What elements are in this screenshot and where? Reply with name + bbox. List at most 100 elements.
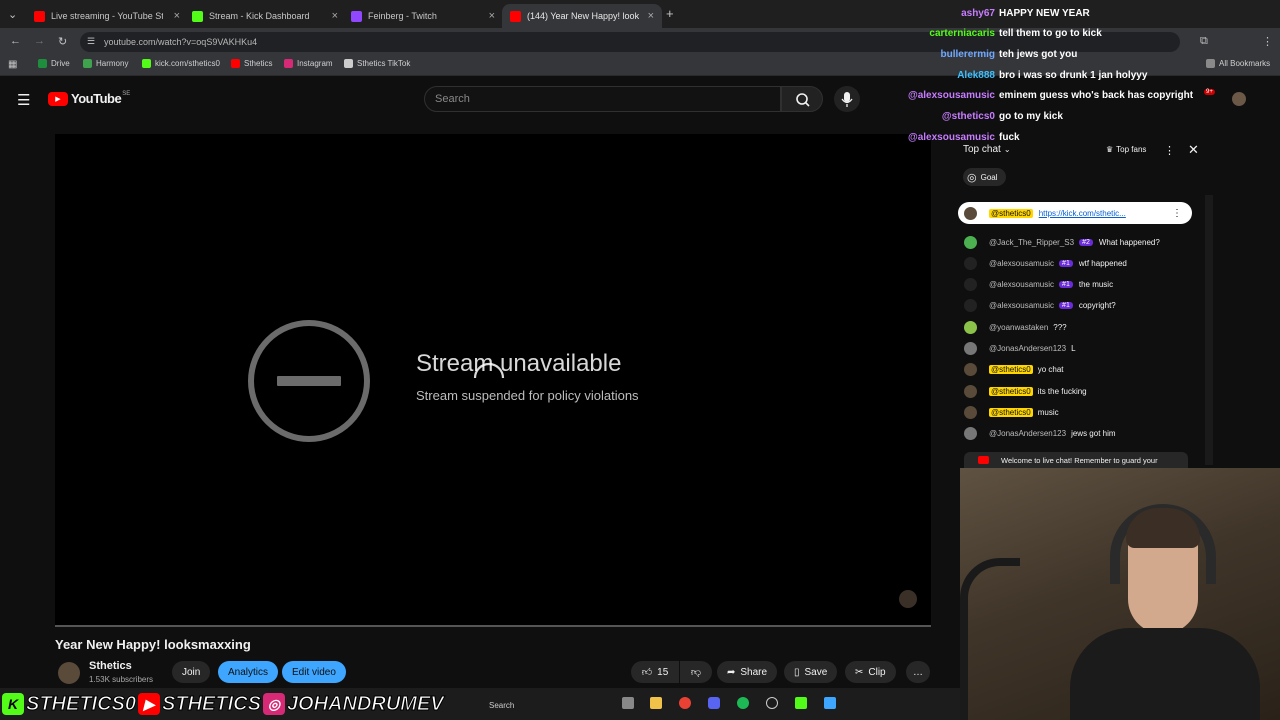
top-fans-button[interactable]: ♛ Top fans <box>1106 145 1146 154</box>
hamburger-menu-icon[interactable]: ☰ <box>17 91 30 109</box>
join-button[interactable]: Join <box>172 661 211 683</box>
browser-tab-youtube-studio[interactable]: Live streaming - YouTube Studio × <box>26 4 188 28</box>
chat-message-text: jews got him <box>1071 429 1116 439</box>
video-progress-bar[interactable] <box>55 625 931 627</box>
site-info-icon[interactable]: ☰ <box>87 36 95 47</box>
app-icon[interactable] <box>824 697 836 709</box>
chat-username[interactable]: @yoanwastaken <box>989 323 1048 332</box>
more-actions-button[interactable]: … <box>906 661 930 683</box>
browser-tab-active-video[interactable]: (144) Year New Happy! looksmaxxing × <box>502 4 662 28</box>
share-arrow-icon: ➦ <box>727 666 736 678</box>
overlay-chat-message: ashy67 HAPPY NEW YEAR <box>795 5 1090 21</box>
tab-close-icon[interactable]: × <box>648 10 654 22</box>
chat-message[interactable]: @sthetics0 music <box>964 404 1059 420</box>
channel-watermark[interactable] <box>899 590 917 608</box>
close-chat-icon[interactable]: ✕ <box>1188 142 1199 158</box>
goal-chip[interactable]: ◎ Goal <box>963 168 1006 186</box>
bookmark-drive[interactable]: Drive <box>38 59 70 68</box>
notifications-bell-icon[interactable]: 9+ <box>1200 89 1215 104</box>
tab-close-icon[interactable]: × <box>489 10 495 22</box>
crown-icon: ♛ <box>1106 145 1114 154</box>
tab-close-icon[interactable]: × <box>332 10 338 22</box>
tab-search-icon[interactable]: ⌄ <box>8 8 17 21</box>
chat-message[interactable]: @sthetics0 its the fucking <box>964 383 1087 399</box>
apps-grid-icon[interactable]: ▦ <box>8 59 17 70</box>
chat-avatar[interactable] <box>964 405 977 419</box>
task-view-icon[interactable] <box>622 697 634 709</box>
top-chat-dropdown[interactable]: Top chat ⌄ <box>963 144 1011 155</box>
dislike-button[interactable]: 👎︎ <box>680 661 712 683</box>
chat-username[interactable]: @Jack_The_Ripper_S3 <box>989 238 1074 247</box>
search-input[interactable]: Search <box>424 86 781 112</box>
bookmark-kick[interactable]: kick.com/sthetics0 <box>142 59 220 68</box>
chat-message-text: copyright? <box>1078 301 1116 311</box>
browser-menu-icon[interactable]: ⋮ <box>1262 35 1273 48</box>
bookmark-instagram[interactable]: Instagram <box>284 59 333 68</box>
all-bookmarks[interactable]: All Bookmarks <box>1206 59 1270 68</box>
chat-message[interactable]: @Jack_The_Ripper_S3 #2 What happened? <box>964 234 1160 250</box>
tab-close-icon[interactable]: × <box>174 10 180 22</box>
search-placeholder: Search <box>435 93 470 105</box>
chat-menu-icon[interactable]: ⋮ <box>1164 144 1175 157</box>
chat-username[interactable]: @sthetics0 <box>989 365 1033 375</box>
chat-avatar[interactable] <box>964 299 977 313</box>
account-avatar[interactable] <box>1232 92 1246 106</box>
chat-username[interactable]: @sthetics0 <box>989 407 1033 417</box>
chrome-icon[interactable] <box>679 697 691 709</box>
pinned-message[interactable]: @sthetics0 https://kick.com/sthetic... ⋮ <box>958 202 1192 224</box>
chat-avatar[interactable] <box>964 384 977 398</box>
kick-app-icon[interactable] <box>795 697 807 709</box>
browser-tab-kick-dashboard[interactable]: Stream - Kick Dashboard × <box>184 4 346 28</box>
back-arrow-icon[interactable]: ← <box>10 35 21 47</box>
analytics-button[interactable]: Analytics <box>218 661 279 683</box>
like-button[interactable]: 👍︎ 15 <box>631 661 679 683</box>
edit-video-button[interactable]: Edit video <box>282 661 346 683</box>
chat-message[interactable]: @sthetics0 yo chat <box>964 362 1064 378</box>
chat-avatar[interactable] <box>964 235 977 249</box>
extensions-icon[interactable]: ⧉ <box>1200 35 1208 48</box>
chat-username[interactable]: @alexsousamusic <box>989 301 1054 310</box>
chat-username[interactable]: @sthetics0 <box>989 386 1033 396</box>
kick-logo-icon: K <box>2 693 24 715</box>
save-button[interactable]: ▯ Save <box>784 661 838 683</box>
pinned-link[interactable]: https://kick.com/sthetic... <box>1039 209 1126 218</box>
youtube-logo[interactable]: ▶ YouTube SE <box>48 91 130 106</box>
chat-avatar[interactable] <box>964 256 977 270</box>
chat-message[interactable]: @alexsousamusic #1 wtf happened <box>964 255 1127 271</box>
taskbar-search[interactable]: Search <box>484 697 610 713</box>
bookmark-tiktok[interactable]: Sthetics TikTok <box>344 59 410 68</box>
spotify-icon[interactable] <box>737 697 749 709</box>
share-button[interactable]: ➦ Share <box>717 661 778 683</box>
channel-name[interactable]: Sthetics <box>89 660 132 672</box>
browser-tab-twitch[interactable]: Feinberg - Twitch × <box>343 4 503 28</box>
obs-icon[interactable] <box>766 697 778 709</box>
chat-avatar[interactable] <box>964 320 977 334</box>
chat-username[interactable]: @JonasAndersen123 <box>989 344 1066 353</box>
chat-avatar[interactable] <box>964 278 977 292</box>
reload-icon[interactable]: ↻ <box>58 35 67 48</box>
chat-username[interactable]: @alexsousamusic <box>989 280 1054 289</box>
chat-avatar[interactable] <box>964 427 977 441</box>
discord-icon[interactable] <box>708 697 720 709</box>
folder-icon <box>1206 59 1215 68</box>
chat-message[interactable]: @alexsousamusic #1 the music <box>964 277 1113 293</box>
bookmark-sthetics[interactable]: Sthetics <box>231 59 272 68</box>
chat-message[interactable]: @JonasAndersen123 L <box>964 341 1076 357</box>
chat-avatar[interactable] <box>964 342 977 355</box>
chat-avatar[interactable] <box>964 363 977 377</box>
video-player[interactable]: Stream unavailable Stream suspended for … <box>55 134 931 626</box>
new-tab-button[interactable]: + <box>666 6 674 21</box>
forward-arrow-icon[interactable]: → <box>34 35 45 47</box>
chat-message[interactable]: @JonasAndersen123 jews got him <box>964 426 1116 442</box>
chat-username[interactable]: @alexsousamusic <box>989 259 1054 268</box>
channel-avatar[interactable] <box>58 662 80 684</box>
pinned-menu-icon[interactable]: ⋮ <box>1172 208 1182 219</box>
bookmark-harmony[interactable]: Harmony <box>83 59 128 68</box>
clip-button[interactable]: ✂ Clip <box>845 661 896 683</box>
chat-message[interactable]: @yoanwastaken??? <box>964 319 1067 335</box>
chat-scrollbar[interactable] <box>1205 195 1213 465</box>
chat-message[interactable]: @alexsousamusic #1 copyright? <box>964 298 1116 314</box>
chat-username[interactable]: @JonasAndersen123 <box>989 429 1066 438</box>
chat-message-text: What happened? <box>1098 237 1160 247</box>
file-explorer-icon[interactable] <box>650 697 662 709</box>
